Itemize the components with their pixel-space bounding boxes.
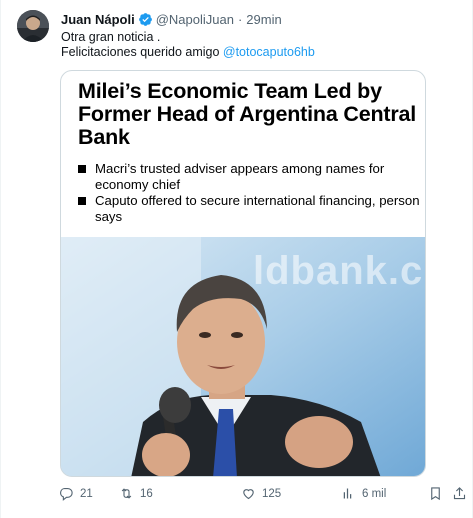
- bullet-item: Macri’s trusted adviser appears among na…: [76, 161, 421, 192]
- author-handle[interactable]: @NapoliJuan: [156, 12, 234, 27]
- verified-badge-icon: [138, 12, 153, 27]
- like-button[interactable]: 125: [241, 486, 281, 501]
- photo-watermark: ldbank.c: [253, 249, 424, 293]
- bullet-square-icon: [78, 197, 86, 205]
- retweet-icon: [121, 488, 132, 499]
- tweet-text-prefix: Felicitaciones querido amigo: [61, 45, 223, 59]
- tweet-header: Juan Nápoli @NapoliJuan · 29min: [61, 10, 282, 28]
- media-card[interactable]: Milei’s Economic Team Led by Former Head…: [60, 70, 426, 477]
- bullet-text: Macri’s trusted adviser appears among na…: [95, 161, 385, 192]
- bullet-square-icon: [78, 165, 86, 173]
- separator-dot: ·: [237, 11, 243, 27]
- views-button[interactable]: 6 mil: [340, 486, 386, 501]
- like-icon: [243, 489, 254, 500]
- retweet-button[interactable]: 16: [119, 486, 153, 501]
- views-icon: [343, 488, 352, 499]
- reply-icon: [60, 487, 73, 501]
- tweet-timestamp[interactable]: 29min: [246, 12, 281, 27]
- tweet-text-line-1: Otra gran noticia .: [61, 30, 161, 44]
- bookmark-icon: [431, 487, 440, 501]
- like-count: 125: [262, 487, 282, 500]
- mention-link[interactable]: @totocaputo6hb: [223, 45, 315, 59]
- bookmark-button[interactable]: [428, 486, 449, 501]
- card-bullets: Macri’s trusted adviser appears among na…: [76, 161, 421, 225]
- card-photo[interactable]: ldbank.c: [61, 237, 425, 476]
- retweet-count: 16: [140, 487, 153, 500]
- tweet-text: Otra gran noticia . Felicitaciones queri…: [61, 30, 315, 60]
- tweet-actions: 21 16 125 6 mil: [59, 486, 469, 506]
- reply-button[interactable]: 21: [59, 486, 93, 501]
- avatar[interactable]: [17, 10, 49, 42]
- bullet-text: Caputo offered to secure international f…: [95, 193, 420, 224]
- card-headline: Milei’s Economic Team Led by Former Head…: [78, 79, 417, 149]
- reply-count: 21: [80, 487, 93, 500]
- bullet-item: Caputo offered to secure international f…: [76, 193, 421, 224]
- share-icon: [453, 487, 466, 500]
- tweet-text-line-2: Felicitaciones querido amigo @totocaputo…: [61, 45, 315, 60]
- tweet[interactable]: Juan Nápoli @NapoliJuan · 29min Otra gra…: [0, 0, 473, 518]
- share-button[interactable]: [452, 486, 473, 501]
- author-name[interactable]: Juan Nápoli: [61, 12, 135, 27]
- views-count: 6 mil: [362, 487, 387, 500]
